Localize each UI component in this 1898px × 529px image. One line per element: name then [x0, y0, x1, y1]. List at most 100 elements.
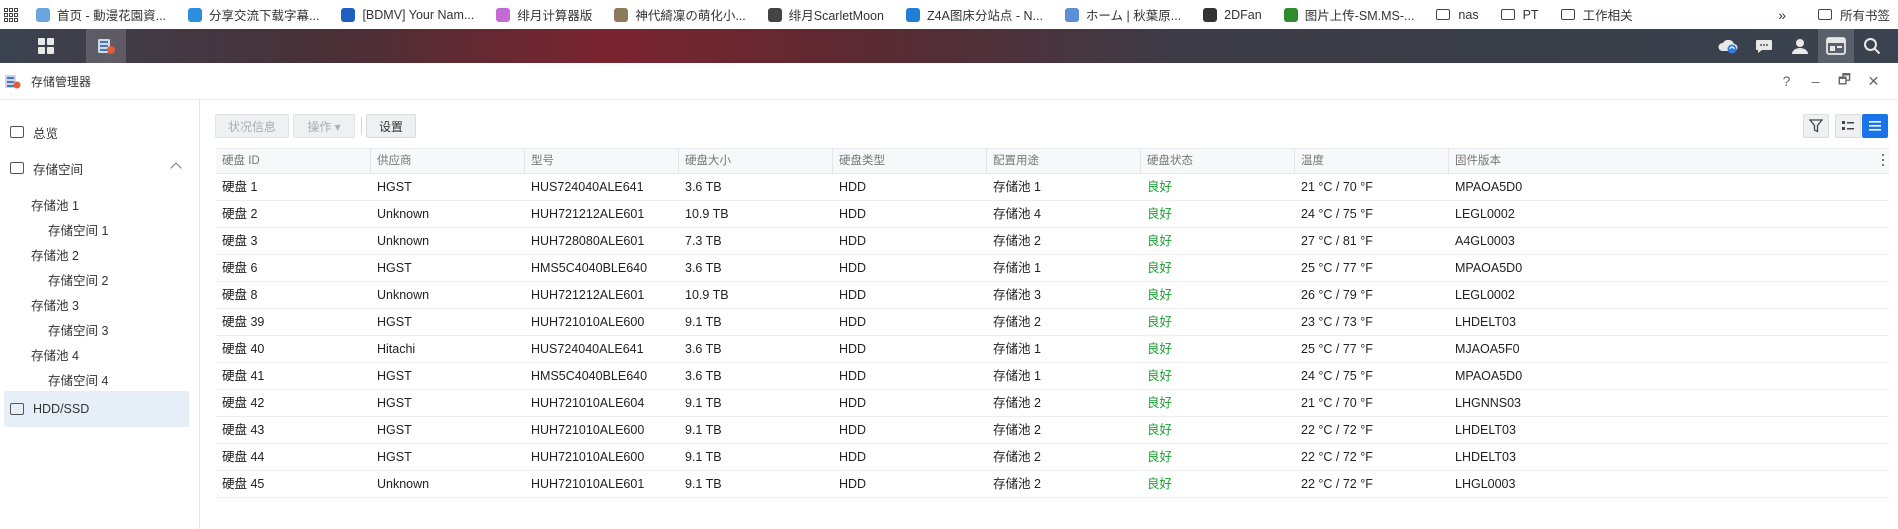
cell-temperature: 21 °C / 70 °F	[1301, 180, 1373, 194]
column-header-disk-id[interactable]: 硬盘 ID	[216, 149, 371, 173]
cell-size: 3.6 TB	[685, 369, 722, 383]
cell-vendor: HGST	[377, 261, 412, 275]
sidebar-item-pool-2[interactable]: 存储池 2	[31, 245, 79, 264]
bookmark-folder-work[interactable]: 工作相关	[1560, 5, 1633, 24]
bookmark-item[interactable]: ホーム | 秋葉原...	[1064, 5, 1181, 24]
help-button[interactable]: ?	[1772, 73, 1801, 89]
cell-size: 9.1 TB	[685, 450, 722, 464]
cell-status: 良好	[1147, 423, 1173, 437]
column-header-type[interactable]: 硬盘类型	[833, 149, 987, 173]
cell-status: 良好	[1147, 450, 1173, 464]
minimize-button[interactable]: –	[1801, 73, 1830, 89]
cell-status: 良好	[1147, 288, 1173, 302]
cell-type: HDD	[839, 477, 867, 491]
close-button[interactable]: ✕	[1859, 73, 1888, 90]
sidebar-item-volume-4[interactable]: 存储空间 4	[48, 370, 108, 389]
table-row[interactable]: 硬盘 2 Unknown HUH721212ALE601 10.9 TB HDD 存储池 …	[216, 201, 1889, 228]
chevron-up-icon[interactable]	[170, 162, 182, 174]
column-header-firmware[interactable]: 固件版本	[1449, 149, 1889, 173]
sidebar-item-volume-1[interactable]: 存储空间 1	[48, 220, 108, 239]
cell-vendor: Hitachi	[377, 342, 416, 356]
cell-type: HDD	[839, 207, 867, 221]
action-dropdown-button[interactable]: 操作 ▾	[293, 114, 355, 138]
bookmark-item[interactable]: 分享交流下载字幕...	[188, 5, 319, 24]
bookmark-folder-nas[interactable]: nas	[1436, 8, 1479, 22]
bookmark-item[interactable]: 神代綺凜の萌化小...	[614, 5, 746, 24]
favicon-icon	[1064, 7, 1079, 22]
cell-model: HUH721212ALE601	[531, 288, 645, 302]
chat-icon[interactable]	[1746, 29, 1782, 63]
list-view-button[interactable]	[1835, 114, 1861, 138]
column-header-status[interactable]: 硬盘状态	[1141, 149, 1295, 173]
disk-table: 硬盘 ID 供应商 型号 硬盘大小 硬盘类型 配置用途 硬盘状态 温度 固件版本 硬盘 1 HGS…	[216, 148, 1889, 498]
column-header-vendor[interactable]: 供应商	[371, 149, 525, 173]
bookmark-item[interactable]: 绯月计算器版	[496, 5, 592, 24]
cell-size: 7.3 TB	[685, 234, 722, 248]
settings-button[interactable]: 设置	[366, 114, 416, 138]
table-row[interactable]: 硬盘 3 Unknown HUH728080ALE601 7.3 TB HDD 存储池 2…	[216, 228, 1889, 255]
cell-size: 3.6 TB	[685, 261, 722, 275]
table-row[interactable]: 硬盘 41 HGST HMS5C4040BLE640 3.6 TB HDD 存储池 1 良好…	[216, 363, 1889, 390]
sidebar-item-pool-4[interactable]: 存储池 4	[31, 345, 79, 364]
column-header-size[interactable]: 硬盘大小	[679, 149, 833, 173]
sidebar-item-pool-3[interactable]: 存储池 3	[31, 295, 79, 314]
sidebar-item-storage[interactable]: 存储空间	[0, 150, 190, 186]
bookmark-item[interactable]: 绯月ScarletMoon	[767, 5, 884, 24]
status-info-button[interactable]: 状况信息	[215, 114, 289, 138]
table-row[interactable]: 硬盘 43 HGST HUH721010ALE600 9.1 TB HDD 存储池 2 良好…	[216, 417, 1889, 444]
filter-button[interactable]	[1803, 114, 1829, 138]
window-title: 存储管理器	[31, 74, 92, 89]
bookmark-item[interactable]: [BDMV] Your Nam...	[341, 7, 474, 22]
bookmark-item[interactable]: 图片上传-SM.MS-...	[1283, 5, 1414, 24]
cell-disk-id: 硬盘 44	[222, 450, 265, 464]
table-row[interactable]: 硬盘 8 Unknown HUH721212ALE601 10.9 TB HDD 存储池 …	[216, 282, 1889, 309]
apps-grid-icon[interactable]	[4, 7, 18, 22]
all-bookmarks-folder[interactable]: 所有书签	[1817, 5, 1890, 24]
bookmark-item[interactable]: 2DFan	[1203, 7, 1262, 22]
cell-model: HUH721212ALE601	[531, 207, 645, 221]
table-row[interactable]: 硬盘 1 HGST HUS724040ALE641 3.6 TB HDD 存储池 1 良好 2…	[216, 174, 1889, 201]
favicon-icon	[496, 7, 511, 22]
sync-cloud-icon[interactable]	[1710, 29, 1746, 63]
column-header-temperature[interactable]: 温度	[1295, 149, 1449, 173]
bookmark-item[interactable]: 首页 - 動漫花園資...	[36, 5, 166, 24]
table-row[interactable]: 硬盘 6 HGST HMS5C4040BLE640 3.6 TB HDD 存储池 1 良好 2…	[216, 255, 1889, 282]
table-row[interactable]: 硬盘 42 HGST HUH721010ALE604 9.1 TB HDD 存储池 2 良好…	[216, 390, 1889, 417]
main-menu-button[interactable]	[26, 29, 66, 63]
cell-model: HUH728080ALE601	[531, 234, 645, 248]
restore-button[interactable]: 🗗	[1830, 69, 1859, 93]
table-header: 硬盘 ID 供应商 型号 硬盘大小 硬盘类型 配置用途 硬盘状态 温度 固件版本	[216, 148, 1889, 174]
cell-usage: 存储池 2	[993, 396, 1041, 410]
table-row[interactable]: 硬盘 44 HGST HUH721010ALE600 9.1 TB HDD 存储池 2 良好…	[216, 444, 1889, 471]
cell-type: HDD	[839, 180, 867, 194]
cell-vendor: Unknown	[377, 288, 430, 302]
sidebar-item-volume-2[interactable]: 存储空间 2	[48, 270, 108, 289]
bookmark-folder-pt[interactable]: PT	[1500, 8, 1539, 22]
cell-usage: 存储池 2	[993, 477, 1041, 491]
cell-model: HUH721010ALE600	[531, 423, 645, 437]
sidebar-item-volume-3[interactable]: 存储空间 3	[48, 320, 108, 339]
table-row[interactable]: 硬盘 45 Unknown HUH721010ALE601 9.1 TB HDD 存储池 …	[216, 471, 1889, 498]
column-header-model[interactable]: 型号	[525, 149, 679, 173]
bookmark-item[interactable]: Z4A图床分站点 - N...	[905, 5, 1043, 24]
sidebar: 总览 存储空间 存储池 1 存储空间 1 存储池 2 存储空间 2 存储池 3 …	[0, 100, 200, 529]
more-bookmarks-button[interactable]: »	[1778, 7, 1786, 23]
cell-usage: 存储池 2	[993, 450, 1041, 464]
list-view-icon	[1842, 121, 1854, 130]
table-row[interactable]: 硬盘 40 Hitachi HUS724040ALE641 3.6 TB HDD 存储池 …	[216, 336, 1889, 363]
sidebar-item-pool-1[interactable]: 存储池 1	[31, 195, 79, 214]
search-icon[interactable]	[1854, 29, 1890, 63]
widgets-icon[interactable]	[1818, 29, 1854, 63]
sidebar-item-hdd-ssd[interactable]: HDD/SSD	[4, 391, 189, 427]
cell-disk-id: 硬盘 41	[222, 369, 265, 383]
table-row[interactable]: 硬盘 39 HGST HUH721010ALE600 9.1 TB HDD 存储池 2 良好…	[216, 309, 1889, 336]
cell-firmware: LHGNNS03	[1455, 396, 1521, 410]
column-header-usage[interactable]: 配置用途	[987, 149, 1141, 173]
cell-temperature: 25 °C / 77 °F	[1301, 342, 1373, 356]
user-icon[interactable]	[1782, 29, 1818, 63]
sidebar-item-overview[interactable]: 总览	[0, 114, 190, 150]
detail-view-button[interactable]	[1862, 114, 1888, 138]
cell-firmware: A4GL0003	[1455, 234, 1515, 248]
storage-manager-taskbar-button[interactable]	[86, 29, 126, 63]
cell-type: HDD	[839, 396, 867, 410]
